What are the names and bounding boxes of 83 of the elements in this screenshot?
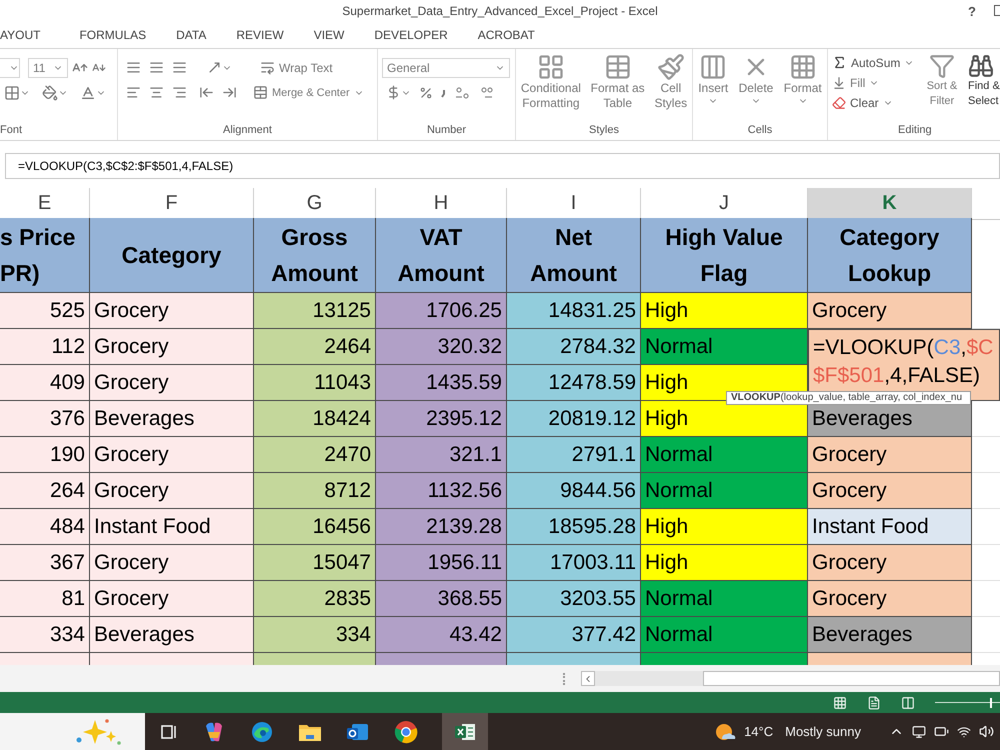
table-cell: 81: [0, 580, 90, 617]
group-label: Styles: [589, 124, 619, 136]
table-cell: 12478.59: [507, 364, 641, 401]
table-cell: Normal: [641, 472, 808, 509]
table-cell: 376: [0, 400, 90, 437]
header-cell: Category: [90, 218, 254, 293]
table-cell: 3203.55: [507, 580, 641, 617]
group-label: Font: [0, 124, 22, 136]
group-label: Cells: [748, 124, 772, 136]
header-cell: VAT Amount: [376, 218, 507, 293]
table-cell: 14831.25: [507, 292, 641, 329]
table-cell: Normal: [641, 616, 808, 653]
table-cell: Instant Food: [90, 508, 254, 545]
table-cell: 190: [0, 436, 90, 473]
table-cell: 2395.12: [376, 400, 507, 437]
table-cell: 17003.11: [507, 544, 641, 581]
table-cell: High: [641, 544, 808, 581]
group-label: Alignment: [223, 124, 272, 136]
table-cell: 321.1: [376, 436, 507, 473]
table-cell: 43.42: [376, 616, 507, 653]
table-cell: 16456: [254, 508, 376, 545]
formula-text: =VLOOKUP(C3,$C: [813, 334, 994, 361]
table-cell: Beverages: [90, 616, 254, 653]
table-cell: 2470: [254, 436, 376, 473]
table-cell: Grocery: [90, 580, 254, 617]
table-cell: Instant Food: [808, 508, 972, 545]
table-cell: Grocery: [808, 580, 972, 617]
table-cell: Grocery: [808, 472, 972, 509]
table-cell: 2139.28: [376, 508, 507, 545]
table-cell: 1956.11: [376, 544, 507, 581]
table-cell: 409: [0, 364, 90, 401]
table-cell: High: [641, 400, 808, 437]
table-cell: Beverages: [808, 616, 972, 653]
table-cell: Grocery: [90, 472, 254, 509]
table-cell: Normal: [641, 328, 808, 365]
table-cell: Normal: [641, 436, 808, 473]
window-title: Supermarket_Data_Entry_Advanced_Excel_Project - Excel: [342, 2, 658, 20]
table-cell: High: [641, 508, 808, 545]
table-cell: 112: [0, 328, 90, 365]
table-cell: 1706.25: [376, 292, 507, 329]
table-cell: 9844.56: [507, 472, 641, 509]
table-cell: High: [641, 292, 808, 329]
table-cell: 2791.1: [507, 436, 641, 473]
table-cell: Grocery: [808, 544, 972, 581]
table-cell: 18424: [254, 400, 376, 437]
table-cell: 1132.56: [376, 472, 507, 509]
table-cell: 20819.12: [507, 400, 641, 437]
table-cell: 525: [0, 292, 90, 329]
table-cell: 264: [0, 472, 90, 509]
table-cell: Normal: [641, 580, 808, 617]
table-cell: 8712: [254, 472, 376, 509]
table-cell: 368.55: [376, 580, 507, 617]
header-cell: Category Lookup: [808, 218, 972, 293]
function-tooltip: VLOOKUP(lookup_value, table_array, col_index_nu: [726, 390, 972, 405]
table-cell: 1435.59: [376, 364, 507, 401]
table-cell: 2835: [254, 580, 376, 617]
table-cell: Grocery: [90, 292, 254, 329]
table-cell: 2784.32: [507, 328, 641, 365]
group-label: Editing: [898, 124, 932, 136]
table-cell: 367: [0, 544, 90, 581]
header-cell: Gross Amount: [254, 218, 376, 293]
table-cell: Grocery: [90, 436, 254, 473]
table-cell: 13125: [254, 292, 376, 329]
header-cell: s Price PR): [0, 218, 90, 293]
table-cell: 334: [254, 616, 376, 653]
header-cell: Net Amount: [507, 218, 641, 293]
table-cell: 320.32: [376, 328, 507, 365]
table-cell: Grocery: [808, 436, 972, 473]
table-cell: 18595.28: [507, 508, 641, 545]
table-cell: Grocery: [90, 328, 254, 365]
formula-text: $F$501,4,FALSE): [813, 362, 981, 389]
table-cell: Grocery: [90, 544, 254, 581]
table-cell: 377.42: [507, 616, 641, 653]
table-cell: Grocery: [90, 364, 254, 401]
table-cell: 15047: [254, 544, 376, 581]
table-cell: Grocery: [808, 292, 972, 329]
table-cell: 334: [0, 616, 90, 653]
header-cell: High Value Flag: [641, 218, 808, 293]
table-cell: 11043: [254, 364, 376, 401]
group-label: Number: [426, 124, 466, 136]
table-cell: 2464: [254, 328, 376, 365]
table-cell: Beverages: [90, 400, 254, 437]
table-cell: 484: [0, 508, 90, 545]
